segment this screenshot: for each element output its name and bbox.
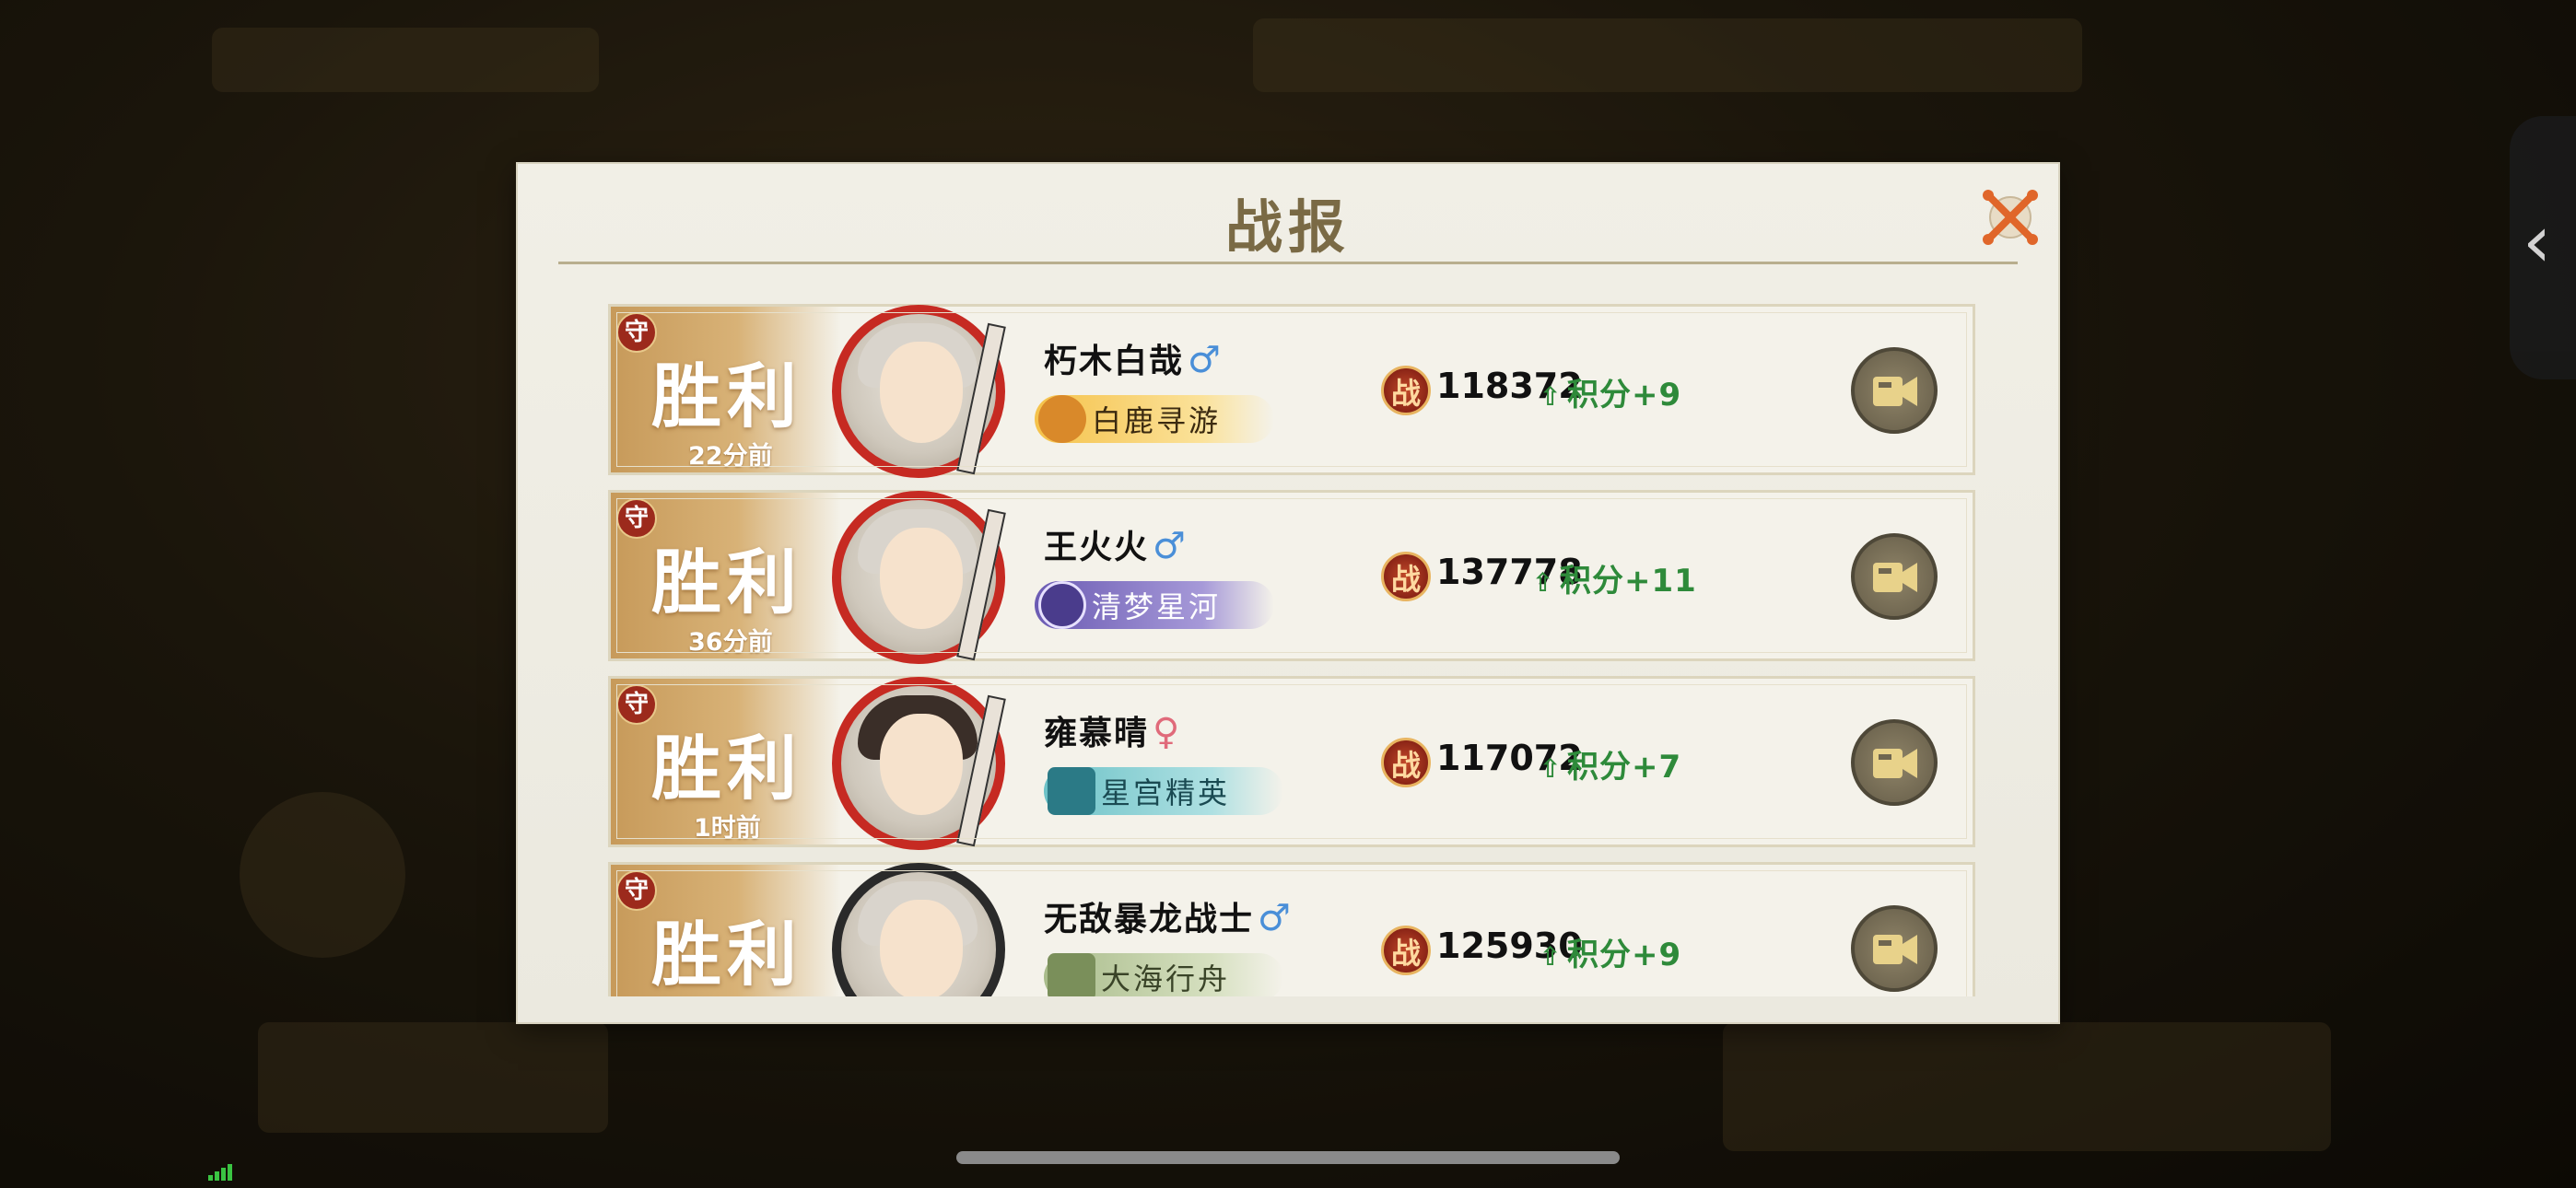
replay-button[interactable]: [1851, 533, 1938, 620]
score-change: ⇧ 积分+11: [1532, 563, 1697, 600]
replay-button[interactable]: [1851, 347, 1938, 434]
battle-power-icon: 战: [1381, 552, 1431, 601]
player-title-badge: 星宫精英: [1044, 767, 1283, 815]
close-x-icon: [1983, 190, 2038, 245]
time-ago: 1时前: [694, 814, 761, 843]
result-label: 胜利: [651, 914, 802, 996]
result-block: 守 胜利 22分前: [611, 307, 841, 472]
video-camera-icon: [1873, 935, 1917, 964]
male-icon: ♂: [1258, 897, 1293, 939]
signal-strength-icon: [208, 1164, 232, 1181]
battle-record-row[interactable]: 守 胜利 22分前 朽木白哉 ♂ 白鹿寻游 战 118372 ⇧ 积分+9: [608, 304, 1975, 478]
arrow-up-icon: ⇧: [1540, 941, 1563, 972]
battle-power-icon: 战: [1381, 738, 1431, 787]
chevron-left-icon: ‹: [2523, 201, 2552, 284]
player-avatar[interactable]: [832, 491, 1006, 664]
battle-record-row[interactable]: 守 胜利 36分前 王火火 ♂ 清梦星河 战 137778 ⇧ 积分+11: [608, 490, 1975, 664]
side-drawer-handle[interactable]: ‹: [2510, 116, 2576, 379]
battle-record-list[interactable]: 守 胜利 22分前 朽木白哉 ♂ 白鹿寻游 战 118372 ⇧ 积分+9 守 …: [608, 304, 1979, 996]
time-ago: 36分前: [688, 628, 773, 657]
player-name: 无敌暴龙战士 ♂: [1044, 897, 1293, 939]
arrow-up-icon: ⇧: [1540, 753, 1563, 784]
battle-power-icon: 战: [1381, 366, 1431, 415]
score-change: ⇧ 积分+7: [1540, 749, 1682, 786]
score-change: ⇧ 积分+9: [1540, 377, 1682, 413]
video-camera-icon: [1873, 563, 1917, 592]
player-name: 朽木白哉 ♂: [1044, 339, 1223, 381]
title-divider: [558, 262, 2018, 264]
score-change: ⇧ 积分+9: [1540, 937, 1682, 973]
female-icon: ♀: [1153, 711, 1182, 753]
dialog-title: 战报: [1224, 193, 1351, 261]
boat-emblem-icon: [1048, 953, 1095, 996]
result-block: 守 胜利 36分前: [611, 493, 841, 658]
replay-button[interactable]: [1851, 905, 1938, 992]
deer-emblem-icon: [1038, 395, 1086, 443]
result-label: 胜利: [651, 542, 802, 623]
battle-record-row[interactable]: 守 胜利 1时前 雍慕晴 ♀ 星宫精英 战 117072 ⇧ 积分+7: [608, 676, 1975, 850]
moon-emblem-icon: [1038, 581, 1086, 629]
time-ago: 22分前: [688, 442, 773, 471]
player-avatar[interactable]: [832, 677, 1006, 850]
player-avatar[interactable]: [832, 863, 1005, 996]
player-title-badge: 大海行舟: [1044, 953, 1283, 996]
home-indicator[interactable]: [956, 1151, 1620, 1164]
battle-report-dialog: 战报 守 胜利 22分前 朽木白哉 ♂ 白鹿寻游 战 118372 ⇧ 积分+9…: [518, 164, 2058, 1022]
close-button[interactable]: [1979, 186, 2042, 249]
arrow-up-icon: ⇧: [1540, 381, 1563, 412]
battle-power-icon: 战: [1381, 926, 1431, 975]
replay-button[interactable]: [1851, 719, 1938, 806]
male-icon: ♂: [1188, 339, 1223, 381]
result-block: 守 胜利: [611, 865, 841, 996]
arrow-up-icon: ⇧: [1532, 567, 1555, 598]
battle-record-row[interactable]: 守 胜利 无敌暴龙战士 ♂ 大海行舟 战 125930 ⇧ 积分+9: [608, 862, 1975, 996]
player-name: 雍慕晴 ♀: [1044, 711, 1182, 753]
player-name: 王火火 ♂: [1044, 525, 1188, 567]
male-icon: ♂: [1153, 525, 1188, 567]
player-avatar[interactable]: [832, 305, 1006, 478]
pavilion-emblem-icon: [1048, 767, 1095, 815]
video-camera-icon: [1873, 377, 1917, 406]
result-block: 守 胜利 1时前: [611, 679, 841, 844]
video-camera-icon: [1873, 749, 1917, 778]
result-label: 胜利: [651, 728, 802, 809]
result-label: 胜利: [651, 355, 802, 437]
player-title-badge: 清梦星河: [1035, 581, 1274, 629]
player-title-badge: 白鹿寻游: [1035, 395, 1274, 443]
